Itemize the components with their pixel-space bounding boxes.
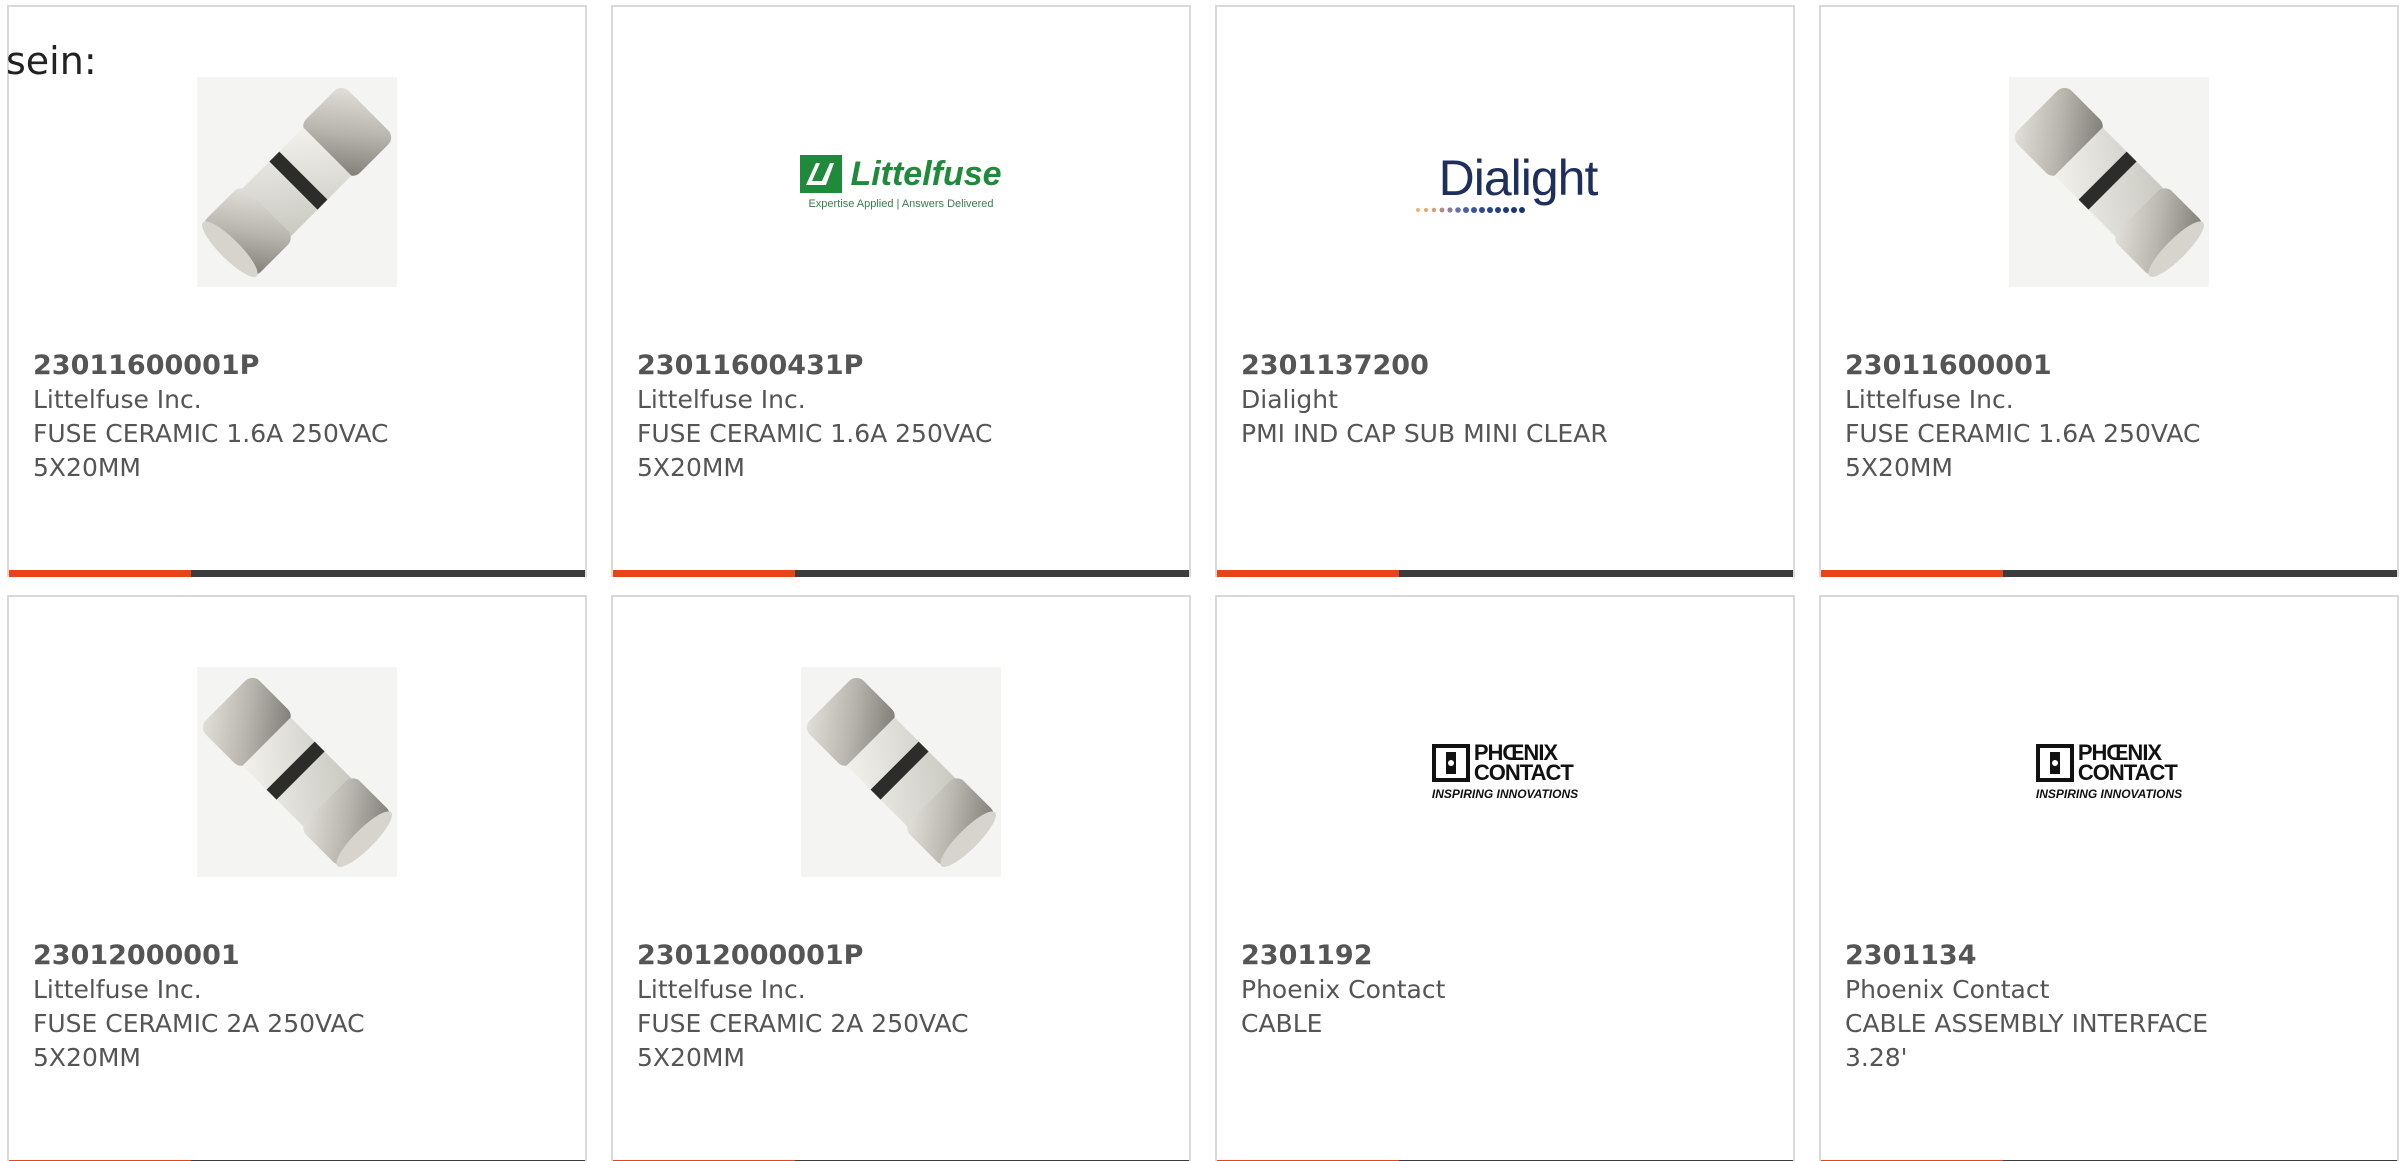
product-card[interactable]: Dialight 2301137200 Dialight PMI IND CAP… [1215, 5, 1795, 577]
product-card[interactable]: 23011600001 Littelfuse Inc. FUSE CERAMIC… [1819, 5, 2399, 577]
intro-text: sein: [6, 39, 97, 83]
product-info: 23011600431P Littelfuse Inc. FUSE CERAMI… [637, 349, 1165, 485]
product-description: FUSE CERAMIC 2A 250VAC 5X20MM [637, 1009, 969, 1072]
part-number[interactable]: 23011600001 [1845, 349, 2373, 383]
product-image [9, 657, 585, 887]
dialight-logo: Dialight [1413, 149, 1598, 215]
dialight-logo-name: Dialight [1438, 150, 1599, 206]
manufacturer: Phoenix Contact [1845, 975, 2050, 1004]
manufacturer: Littelfuse Inc. [637, 385, 806, 414]
fuse-image [197, 77, 397, 287]
product-image [613, 657, 1189, 887]
card-bar-accent [9, 570, 191, 577]
manufacturer: Littelfuse Inc. [637, 975, 806, 1004]
fuse-image [2009, 77, 2209, 287]
product-card[interactable]: PHŒNIX CONTACT INSPIRING INNOVATIONS 230… [1819, 595, 2399, 1161]
part-number[interactable]: 23012000001P [637, 939, 1165, 973]
product-description: FUSE CERAMIC 2A 250VAC 5X20MM [33, 1009, 365, 1072]
product-image: PHŒNIX CONTACT INSPIRING INNOVATIONS [1821, 657, 2397, 887]
card-bottom-bar [1217, 570, 1793, 577]
product-image: Dialight [1217, 67, 1793, 297]
manufacturer: Littelfuse Inc. [1845, 385, 2014, 414]
phoenix-contact-logo: PHŒNIX CONTACT INSPIRING INNOVATIONS [2035, 742, 2183, 801]
card-bottom-bar [1821, 570, 2397, 577]
product-description: PMI IND CAP SUB MINI CLEAR [1241, 419, 1608, 448]
product-card[interactable]: 23011600001P Littelfuse Inc. FUSE CERAMI… [7, 5, 587, 577]
product-info: 2301192 Phoenix Contact CABLE [1241, 939, 1769, 1041]
card-bar-accent [1217, 570, 1399, 577]
part-number[interactable]: 23012000001 [33, 939, 561, 973]
manufacturer: Phoenix Contact [1241, 975, 1446, 1004]
product-info: 2301137200 Dialight PMI IND CAP SUB MINI… [1241, 349, 1769, 451]
fuse-image [801, 667, 1001, 877]
littelfuse-logo-name: Littelfuse [850, 154, 1002, 193]
product-image: Littelfuse Expertise Applied | Answers D… [613, 67, 1189, 297]
product-image [9, 67, 585, 297]
part-number[interactable]: 23011600431P [637, 349, 1165, 383]
littelfuse-logo: Littelfuse Expertise Applied | Answers D… [800, 154, 1002, 210]
littelfuse-logo-tagline: Expertise Applied | Answers Delivered [808, 197, 994, 210]
manufacturer: Littelfuse Inc. [33, 975, 202, 1004]
part-number[interactable]: 2301137200 [1241, 349, 1769, 383]
phoenix-logo-line2: CONTACT [2077, 760, 2178, 785]
part-number[interactable]: 23011600001P [33, 349, 561, 383]
product-info: 23011600001 Littelfuse Inc. FUSE CERAMIC… [1845, 349, 2373, 485]
card-bar-accent [1821, 570, 2003, 577]
phoenix-mark-icon [2035, 744, 2074, 782]
product-grid: 23011600001P Littelfuse Inc. FUSE CERAMI… [7, 5, 2400, 1161]
product-image: PHŒNIX CONTACT INSPIRING INNOVATIONS [1217, 657, 1793, 887]
part-number[interactable]: 2301134 [1845, 939, 2373, 973]
fuse-image [197, 667, 397, 877]
phoenix-logo-line2: CONTACT [1473, 760, 1574, 785]
product-card[interactable]: Littelfuse Expertise Applied | Answers D… [611, 5, 1191, 577]
manufacturer: Dialight [1241, 385, 1338, 414]
manufacturer: Littelfuse Inc. [33, 385, 202, 414]
product-description: FUSE CERAMIC 1.6A 250VAC 5X20MM [1845, 419, 2201, 482]
product-card[interactable]: 23012000001 Littelfuse Inc. FUSE CERAMIC… [7, 595, 587, 1161]
phoenix-contact-logo: PHŒNIX CONTACT INSPIRING INNOVATIONS [1431, 742, 1579, 801]
card-bottom-bar [9, 570, 585, 577]
product-info: 23012000001 Littelfuse Inc. FUSE CERAMIC… [33, 939, 561, 1075]
dialight-dots-icon [1415, 207, 1525, 213]
phoenix-logo-tagline: INSPIRING INNOVATIONS [1431, 787, 1579, 801]
card-bar-accent [613, 570, 795, 577]
part-number[interactable]: 2301192 [1241, 939, 1769, 973]
phoenix-mark-icon [1431, 744, 1470, 782]
product-info: 23011600001P Littelfuse Inc. FUSE CERAMI… [33, 349, 561, 485]
product-card[interactable]: 23012000001P Littelfuse Inc. FUSE CERAMI… [611, 595, 1191, 1161]
product-image [1821, 67, 2397, 297]
product-description: FUSE CERAMIC 1.6A 250VAC 5X20MM [33, 419, 389, 482]
product-description: CABLE [1241, 1009, 1323, 1038]
page: sein: 23011600001P Littelfuse Inc. FUSE … [0, 0, 2400, 1161]
product-description: FUSE CERAMIC 1.6A 250VAC 5X20MM [637, 419, 993, 482]
product-info: 23012000001P Littelfuse Inc. FUSE CERAMI… [637, 939, 1165, 1075]
product-description: CABLE ASSEMBLY INTERFACE 3.28' [1845, 1009, 2209, 1072]
littelfuse-mark-icon [800, 155, 843, 193]
card-bottom-bar [613, 570, 1189, 577]
product-info: 2301134 Phoenix Contact CABLE ASSEMBLY I… [1845, 939, 2373, 1075]
phoenix-logo-tagline: INSPIRING INNOVATIONS [2035, 787, 2183, 801]
product-card[interactable]: PHŒNIX CONTACT INSPIRING INNOVATIONS 230… [1215, 595, 1795, 1161]
